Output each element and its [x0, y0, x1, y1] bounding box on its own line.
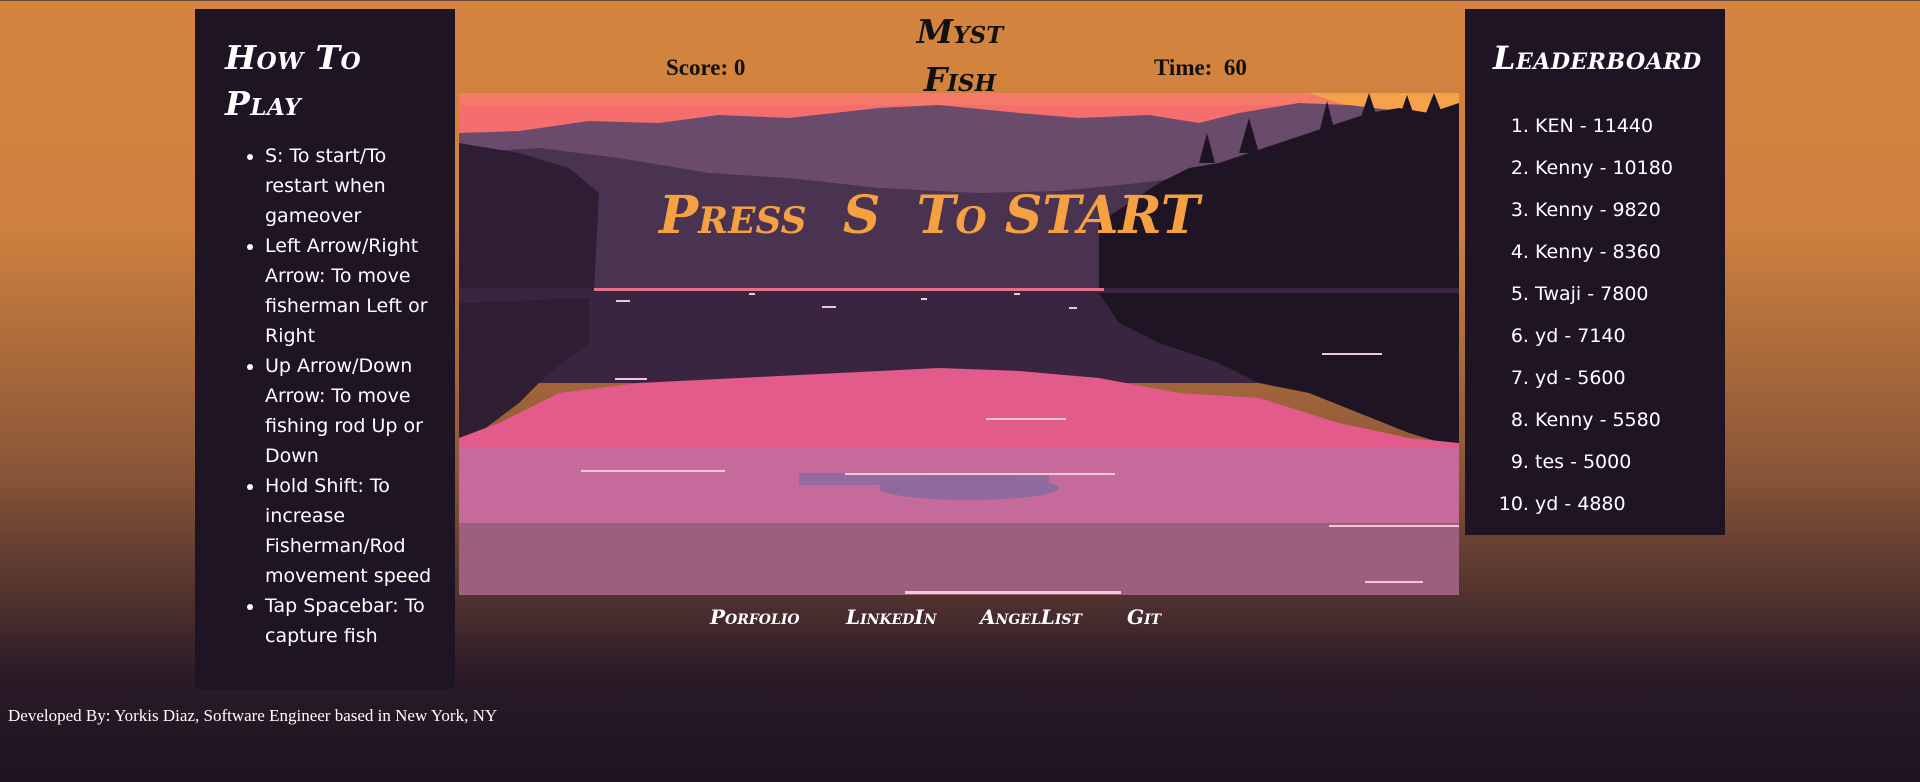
top-border	[0, 0, 1920, 1]
time-display: Time: 60	[1154, 55, 1247, 81]
instructions-list: S: To start/To restart when gameover Lef…	[195, 141, 455, 651]
how-to-play-title-line1: How To	[225, 38, 362, 77]
how-to-play-title: How To Play	[225, 35, 455, 127]
leaderboard-entry: tes - 5000	[1535, 441, 1725, 483]
instruction-item: Up Arrow/Down Arrow: To move fishing rod…	[265, 351, 435, 471]
leaderboard-entry: Kenny - 5580	[1535, 399, 1725, 441]
game-title: Myst Fish	[916, 12, 1004, 99]
leaderboard-entry: Twaji - 7800	[1535, 273, 1725, 315]
leaderboard-list: KEN - 11440 Kenny - 10180 Kenny - 9820 K…	[1465, 105, 1725, 525]
leaderboard-entry: yd - 5600	[1535, 357, 1725, 399]
leaderboard-entry: Kenny - 8360	[1535, 231, 1725, 273]
score-value: 0	[733, 55, 746, 80]
leaderboard-entry: yd - 7140	[1535, 315, 1725, 357]
portfolio-link[interactable]: Porfolio	[710, 605, 800, 629]
how-to-play-title-line2: Play	[225, 84, 302, 123]
leaderboard-entry: Kenny - 9820	[1535, 189, 1725, 231]
score-display: Score: 0	[666, 55, 745, 81]
footer-credit: Developed By: Yorkis Diaz, Software Engi…	[8, 706, 498, 725]
leaderboard-panel: Leaderboard KEN - 11440 Kenny - 10180 Ke…	[1465, 9, 1725, 535]
game-canvas[interactable]: Press S To START	[459, 93, 1459, 595]
leaderboard-entry: Kenny - 10180	[1535, 147, 1725, 189]
instruction-item: Tap Spacebar: To capture fish	[265, 591, 435, 651]
score-label: Score:	[666, 55, 729, 80]
horizon-line	[594, 288, 1104, 291]
leaderboard-entry: KEN - 11440	[1535, 105, 1725, 147]
press-start-text: Press S To START	[657, 185, 1203, 246]
leaderboard-title: Leaderboard	[1493, 39, 1702, 77]
instruction-item: S: To start/To restart when gameover	[265, 141, 435, 231]
sky-glow	[459, 93, 1459, 105]
linkedin-link[interactable]: LinkedIn	[846, 605, 937, 629]
time-value: 60	[1223, 55, 1247, 80]
git-link[interactable]: Git	[1127, 605, 1161, 629]
instruction-item: Hold Shift: To increase Fisherman/Rod mo…	[265, 471, 435, 591]
time-label: Time:	[1154, 55, 1213, 80]
leaderboard-entry: yd - 4880	[1535, 483, 1725, 525]
how-to-play-panel: How To Play S: To start/To restart when …	[195, 9, 455, 689]
angellist-link[interactable]: AngelList	[980, 605, 1082, 629]
lower-band	[459, 523, 1459, 595]
instruction-item: Left Arrow/Right Arrow: To move fisherma…	[265, 231, 435, 351]
